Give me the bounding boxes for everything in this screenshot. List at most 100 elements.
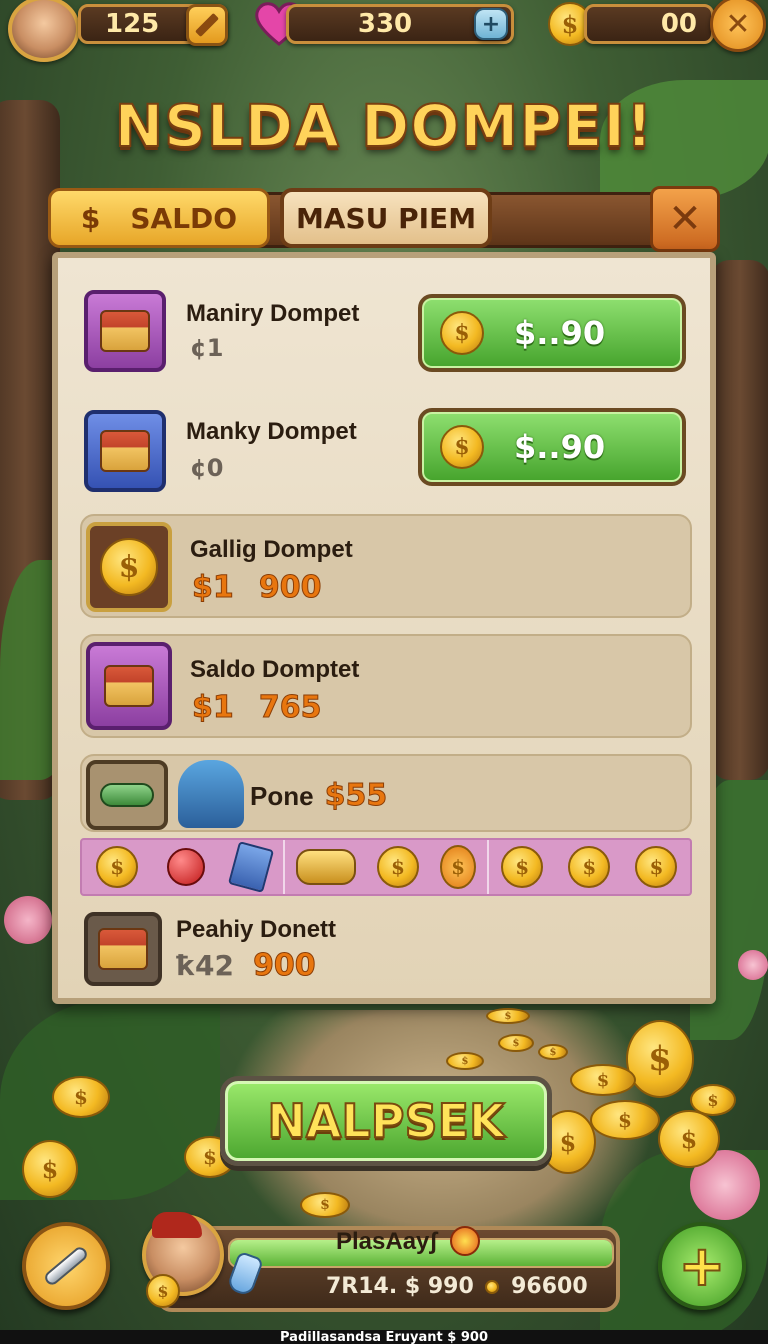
coin-pile: $ $ $ $ $ $ bbox=[540, 1020, 740, 1180]
coin-icon: $ bbox=[440, 425, 484, 469]
tab-saldo[interactable]: $ SALDO bbox=[48, 188, 270, 248]
item-icon: $ bbox=[86, 522, 172, 612]
coin-icon: $ bbox=[498, 1034, 534, 1052]
item-price: $55 bbox=[324, 778, 388, 814]
chest-icon bbox=[100, 310, 150, 352]
shop-panel: Maniry Dompet ¢1 $ $..90 Manky Dompet ¢0… bbox=[52, 252, 716, 1004]
buy-button[interactable]: $ $..90 bbox=[418, 408, 686, 486]
coin-icon: $ bbox=[570, 1064, 636, 1096]
cash-roll-icon bbox=[100, 783, 154, 807]
reward-group: $ bbox=[82, 840, 286, 894]
tab-masu-label: MASU PIEM bbox=[295, 201, 477, 235]
coin-icon: $ bbox=[538, 1044, 568, 1060]
item-name: Pone bbox=[250, 781, 314, 811]
coin-icon: $ bbox=[440, 311, 484, 355]
plus-icon: + bbox=[481, 11, 501, 37]
coin-icon: $ bbox=[52, 1076, 110, 1118]
dollar-icon: $ bbox=[80, 201, 101, 235]
player-status-bar: PlasAayʃ 7R14. $ 990 96600 bbox=[156, 1226, 620, 1312]
chest-icon bbox=[104, 665, 154, 707]
coin-icon: $ bbox=[626, 1020, 694, 1098]
buy-button[interactable]: $ $..90 bbox=[418, 294, 686, 372]
coin-icon: $ bbox=[440, 845, 477, 889]
coin-count-value: 125 bbox=[105, 9, 160, 39]
gold-bar-icon bbox=[295, 849, 356, 885]
reward-group: $ $ bbox=[285, 840, 489, 894]
coin-icon: $ bbox=[300, 1192, 350, 1218]
coin-icon bbox=[485, 1280, 500, 1294]
shop-item[interactable]: Saldo Domptet $1 765 bbox=[80, 634, 692, 738]
pencil-icon bbox=[194, 12, 220, 38]
item-amount: ¢0 bbox=[190, 454, 224, 482]
player-stats-value: 7R14. $ 990 bbox=[326, 1274, 474, 1299]
shop-item[interactable]: $ Gallig Dompet $1 900 bbox=[80, 514, 692, 618]
item-icon bbox=[86, 642, 172, 730]
item-price: ҟ42 900 bbox=[176, 948, 316, 984]
shop-item[interactable]: Pone $55 bbox=[80, 754, 692, 832]
hud-close-button[interactable]: ✕ bbox=[710, 0, 766, 52]
plus-icon: + bbox=[678, 1233, 727, 1300]
player-coins: 96600 bbox=[511, 1274, 588, 1299]
coin-icon: $ bbox=[486, 1008, 530, 1024]
item-amount: ¢1 bbox=[190, 334, 224, 362]
card-icon bbox=[228, 841, 275, 893]
tab-masu-piem[interactable]: MASU PIEM bbox=[280, 188, 492, 248]
hearts-value: 330 bbox=[357, 9, 413, 39]
edit-button[interactable] bbox=[186, 4, 228, 46]
reward-strip: $ $ $ $ $ $ bbox=[80, 838, 692, 896]
gem-counter: 00 bbox=[584, 4, 714, 44]
add-hearts-button[interactable]: + bbox=[474, 8, 508, 40]
coin-icon: $ bbox=[96, 846, 139, 888]
price-value: 765 bbox=[258, 690, 322, 726]
footer-caption: Padillasandsa Eruyant $ 900 bbox=[0, 1330, 768, 1344]
wrench-icon bbox=[42, 1244, 90, 1288]
item-icon bbox=[84, 290, 166, 372]
coin-icon: $ bbox=[446, 1052, 484, 1070]
main-action-button[interactable]: NALPSEK bbox=[220, 1076, 552, 1166]
tools-button[interactable] bbox=[22, 1222, 110, 1310]
coin-icon: $ bbox=[568, 846, 611, 888]
price-currency: ҟ42 bbox=[176, 949, 234, 982]
close-icon: ✕ bbox=[668, 196, 702, 242]
tree-trunk-right bbox=[710, 260, 768, 780]
item-price: $1 900 bbox=[192, 570, 322, 606]
item-price: $1 765 bbox=[192, 690, 322, 726]
gem-count-value: 00 bbox=[660, 9, 697, 39]
buy-price: $..90 bbox=[514, 314, 606, 352]
coin-icon: $ bbox=[146, 1274, 180, 1308]
coin-icon: $ bbox=[658, 1110, 720, 1168]
item-name: Maniry Dompet bbox=[186, 300, 360, 327]
chest-icon bbox=[98, 928, 148, 970]
player-avatar[interactable] bbox=[8, 0, 80, 62]
item-name: Saldo Domptet bbox=[190, 656, 360, 683]
pink-flower bbox=[738, 950, 768, 980]
item-name: Manky Dompet bbox=[186, 418, 357, 445]
price-currency: $1 bbox=[192, 570, 235, 606]
add-button[interactable]: + bbox=[658, 1222, 746, 1310]
coin-icon: $ bbox=[590, 1100, 660, 1140]
page-title: NSLDA DOMPEI! bbox=[114, 91, 654, 161]
coin-icon: $ bbox=[635, 846, 678, 888]
hair bbox=[152, 1212, 202, 1238]
panel-close-button[interactable]: ✕ bbox=[650, 186, 720, 252]
chest-icon bbox=[100, 430, 150, 472]
top-hud: 125 330 + $ 00 ✕ bbox=[0, 0, 768, 62]
item-row-label: Pone $55 bbox=[250, 778, 388, 814]
ruby-icon bbox=[166, 848, 205, 886]
item-icon bbox=[86, 760, 168, 830]
close-icon: ✕ bbox=[725, 6, 751, 42]
character-icon bbox=[178, 760, 244, 828]
player-name: PlasAayʃ bbox=[336, 1228, 438, 1255]
coin-icon: $ bbox=[376, 846, 419, 888]
coin-icon: $ bbox=[690, 1084, 736, 1116]
price-currency: $1 bbox=[192, 690, 235, 726]
item-icon bbox=[84, 912, 162, 986]
item-name: Peahiy Donett bbox=[176, 916, 337, 943]
sun-badge-icon bbox=[450, 1226, 480, 1256]
tab-saldo-label: SALDO bbox=[130, 201, 238, 235]
coin-icon: $ bbox=[22, 1140, 78, 1198]
coin-icon: $ bbox=[100, 538, 158, 596]
item-name: Gallig Dompet bbox=[190, 536, 353, 563]
buy-price: $..90 bbox=[514, 428, 606, 466]
tab-bar: $ SALDO MASU PIEM ✕ bbox=[48, 186, 720, 252]
